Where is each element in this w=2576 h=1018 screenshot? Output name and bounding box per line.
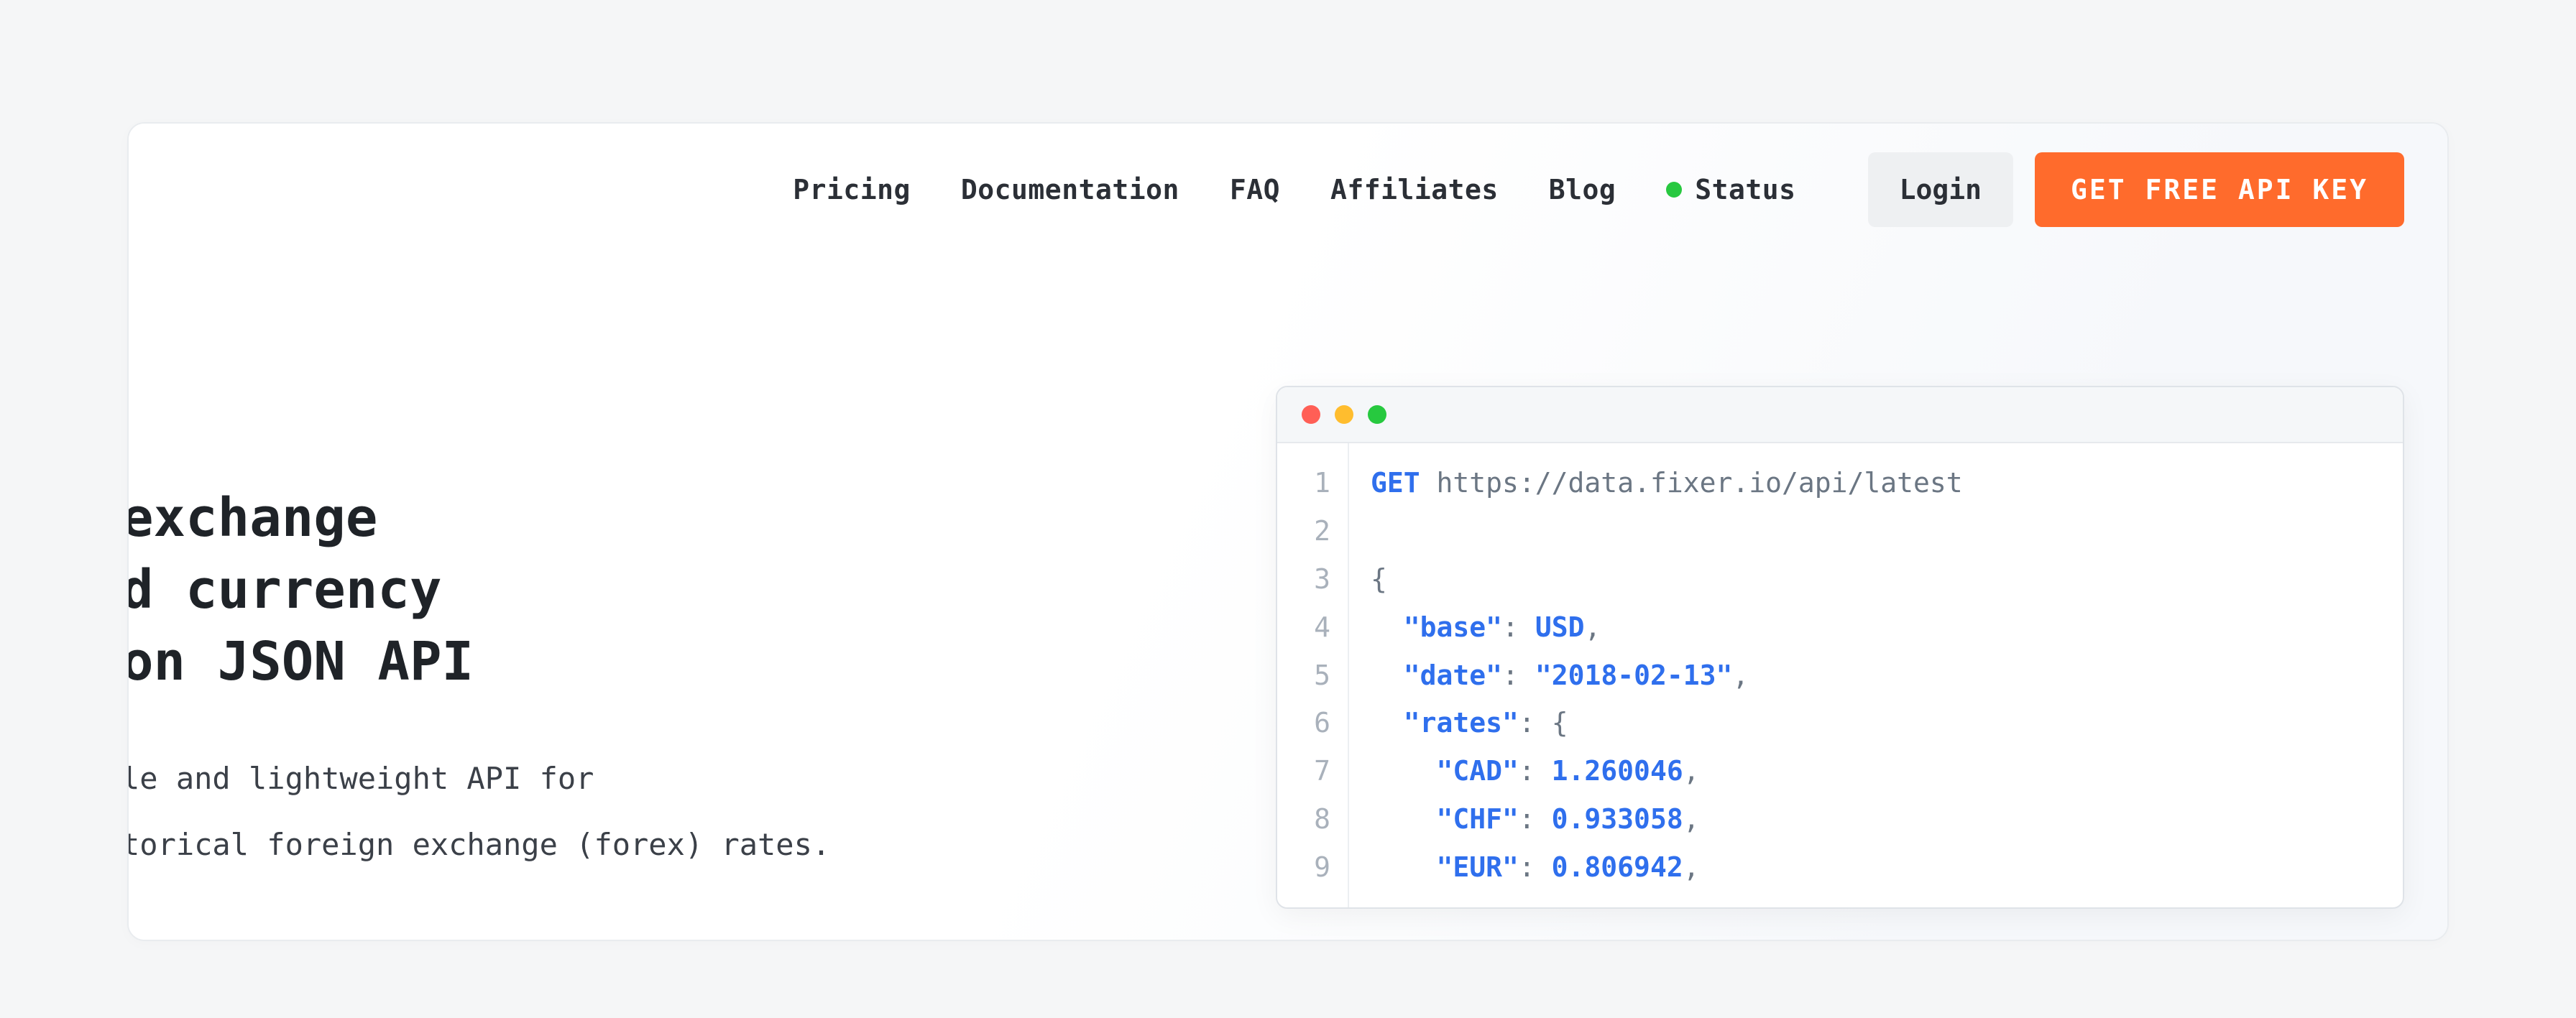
code-line: "date": "2018-02-13",	[1371, 652, 1963, 700]
line-number: 9	[1277, 843, 1330, 892]
nav-documentation[interactable]: Documentation	[961, 174, 1179, 205]
line-number: 3	[1277, 555, 1330, 603]
line-gutter: 1 2 3 4 5 6 7 8 9	[1277, 443, 1349, 907]
nav-pricing[interactable]: Pricing	[793, 174, 911, 205]
get-api-key-button[interactable]: GET FREE API KEY	[2035, 152, 2404, 227]
nav-faq[interactable]: FAQ	[1230, 174, 1280, 205]
code-line: {	[1371, 555, 1963, 603]
code-line: "rates": {	[1371, 699, 1963, 747]
line-number: 5	[1277, 652, 1330, 700]
code-window: 1 2 3 4 5 6 7 8 9 GET https://data.fixer…	[1276, 386, 2404, 909]
line-number: 4	[1277, 603, 1330, 652]
code-line: "CAD": 1.260046,	[1371, 747, 1963, 795]
code-line: GET https://data.fixer.io/api/latest	[1371, 459, 1963, 507]
traffic-close-icon[interactable]	[1302, 405, 1320, 424]
hero-section: exchange d currency on JSON API le and l…	[127, 483, 830, 878]
nav-status-label: Status	[1695, 174, 1795, 205]
login-button[interactable]: Login	[1868, 152, 2013, 227]
line-number: 6	[1277, 699, 1330, 747]
nav-status[interactable]: Status	[1666, 174, 1795, 205]
line-number: 8	[1277, 795, 1330, 843]
nav-blog[interactable]: Blog	[1549, 174, 1616, 205]
hero-description: le and lightweight API for torical forei…	[127, 746, 830, 879]
code-line	[1371, 507, 1963, 555]
code-body: 1 2 3 4 5 6 7 8 9 GET https://data.fixer…	[1277, 443, 2403, 907]
hero-title: exchange d currency on JSON API	[127, 483, 830, 698]
traffic-maximize-icon[interactable]	[1368, 405, 1386, 424]
nav-affiliates[interactable]: Affiliates	[1330, 174, 1499, 205]
code-line: "CHF": 0.933058,	[1371, 795, 1963, 843]
top-nav: Pricing Documentation FAQ Affiliates Blo…	[793, 152, 2404, 227]
window-titlebar	[1277, 387, 2403, 443]
code-lines: GET https://data.fixer.io/api/latest { "…	[1349, 443, 1984, 907]
line-number: 7	[1277, 747, 1330, 795]
traffic-minimize-icon[interactable]	[1335, 405, 1353, 424]
nav-actions: Login GET FREE API KEY	[1868, 152, 2404, 227]
code-line: "base": USD,	[1371, 603, 1963, 652]
line-number: 1	[1277, 459, 1330, 507]
code-line: "EUR": 0.806942,	[1371, 843, 1963, 892]
line-number: 2	[1277, 507, 1330, 555]
page-card: Pricing Documentation FAQ Affiliates Blo…	[127, 122, 2449, 941]
status-dot-icon	[1666, 182, 1682, 198]
